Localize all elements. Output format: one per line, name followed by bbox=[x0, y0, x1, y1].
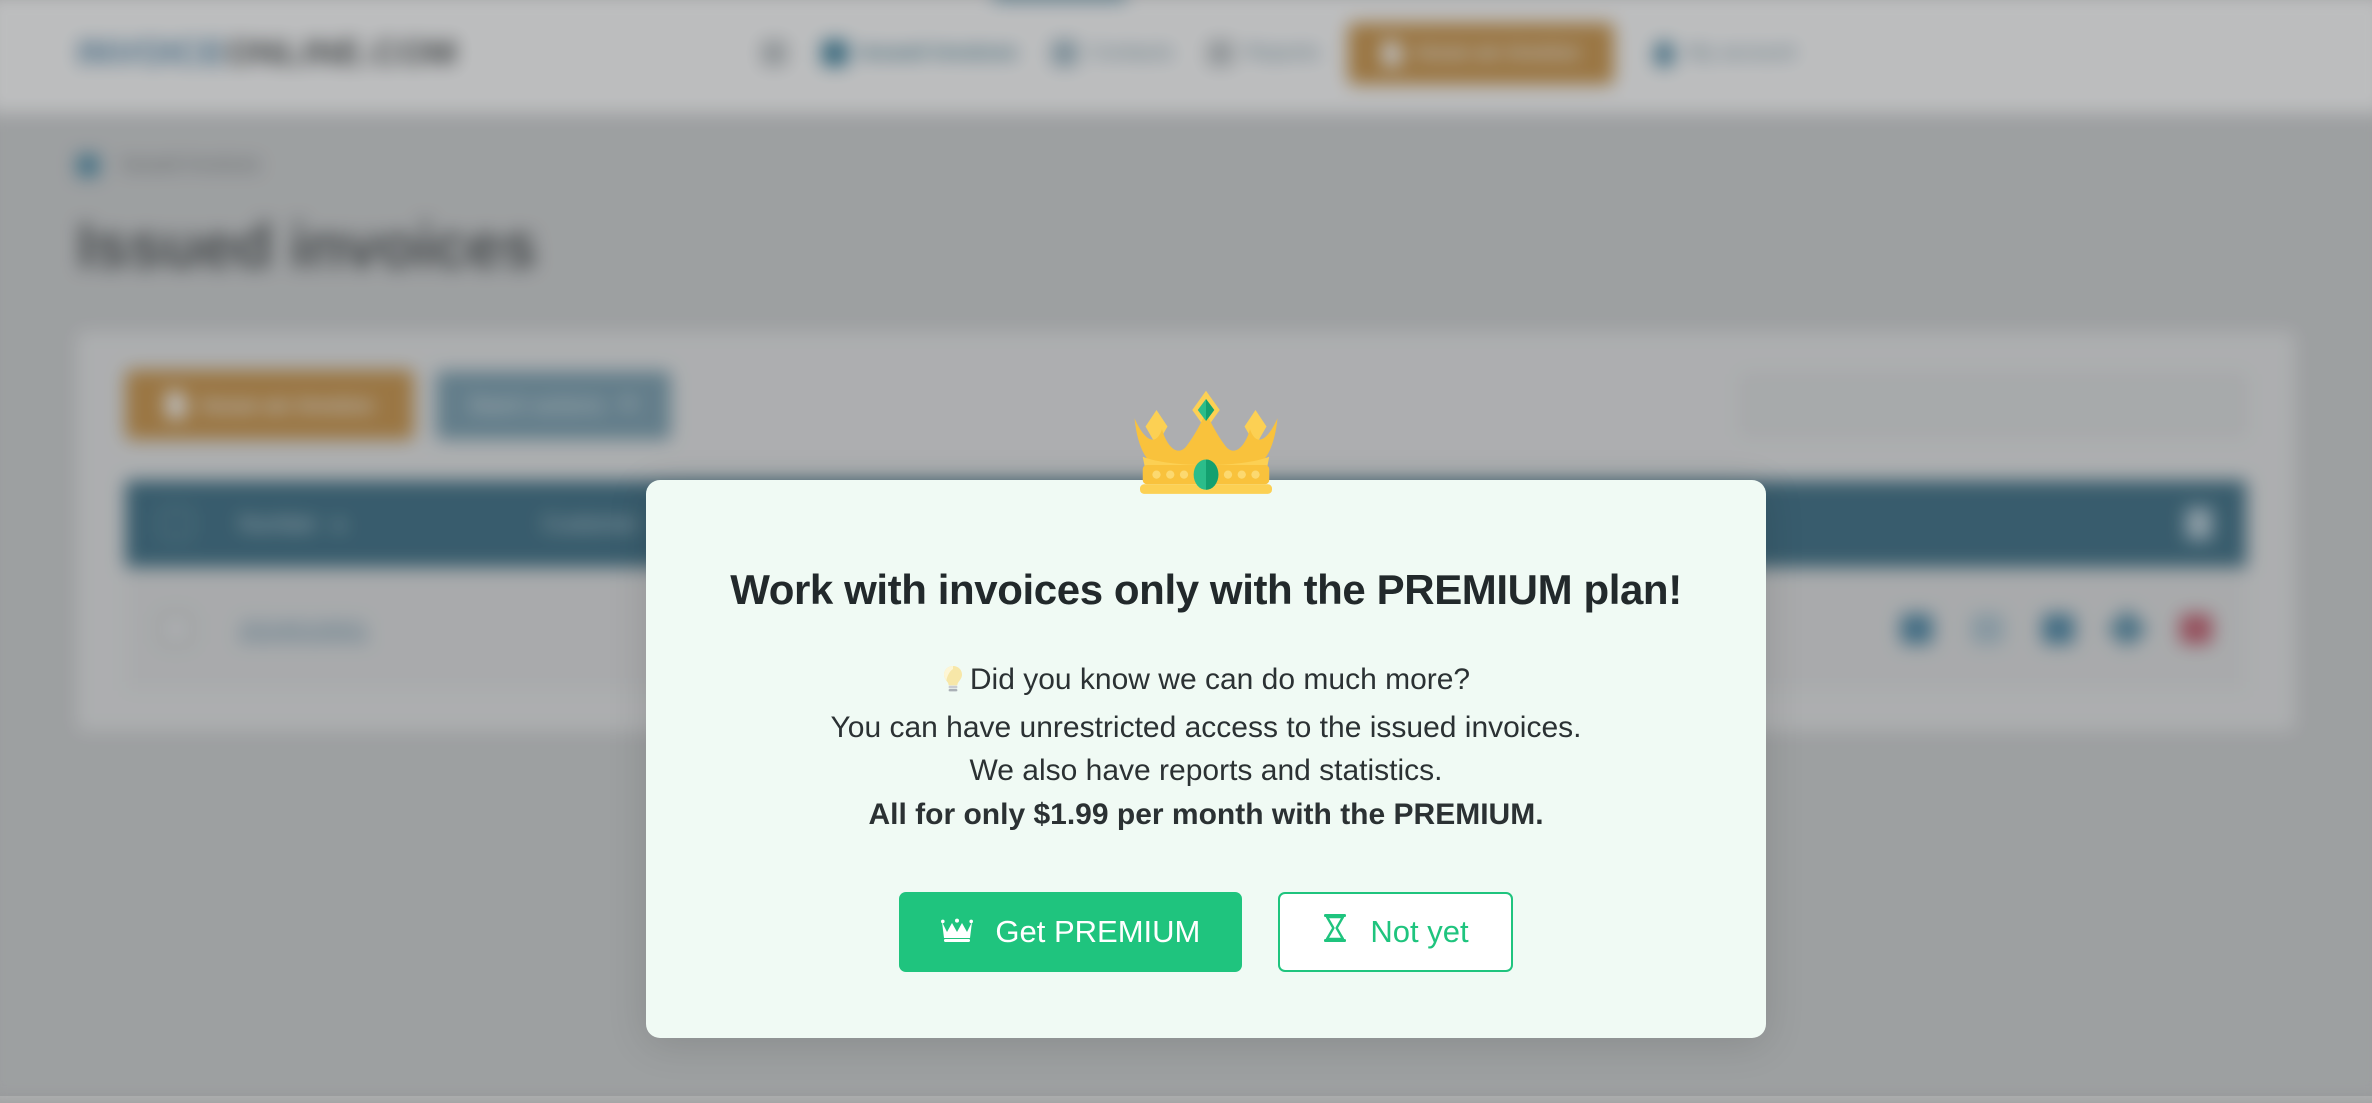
premium-upsell-modal: Work with invoices only with the PREMIUM… bbox=[646, 480, 1766, 1038]
modal-title: Work with invoices only with the PREMIUM… bbox=[706, 566, 1706, 614]
crown-small-icon bbox=[941, 914, 973, 950]
modal-actions: Get PREMIUM Not yet bbox=[706, 892, 1706, 972]
get-premium-label: Get PREMIUM bbox=[995, 914, 1200, 950]
not-yet-button[interactable]: Not yet bbox=[1278, 892, 1512, 972]
get-premium-button[interactable]: Get PREMIUM bbox=[899, 892, 1242, 972]
modal-line-2: You can have unrestricted access to the … bbox=[706, 706, 1706, 750]
modal-line-3: We also have reports and statistics. bbox=[706, 749, 1706, 793]
crown-icon bbox=[1124, 388, 1289, 498]
not-yet-label: Not yet bbox=[1370, 914, 1468, 950]
premium-modal-card: Work with invoices only with the PREMIUM… bbox=[646, 480, 1766, 1038]
modal-line-1: Did you know we can do much more? bbox=[706, 658, 1706, 706]
modal-line-1-text: Did you know we can do much more? bbox=[970, 663, 1470, 696]
lightbulb-icon bbox=[942, 662, 964, 706]
modal-line-4: All for only $1.99 per month with the PR… bbox=[706, 793, 1706, 837]
hourglass-icon bbox=[1322, 913, 1348, 951]
